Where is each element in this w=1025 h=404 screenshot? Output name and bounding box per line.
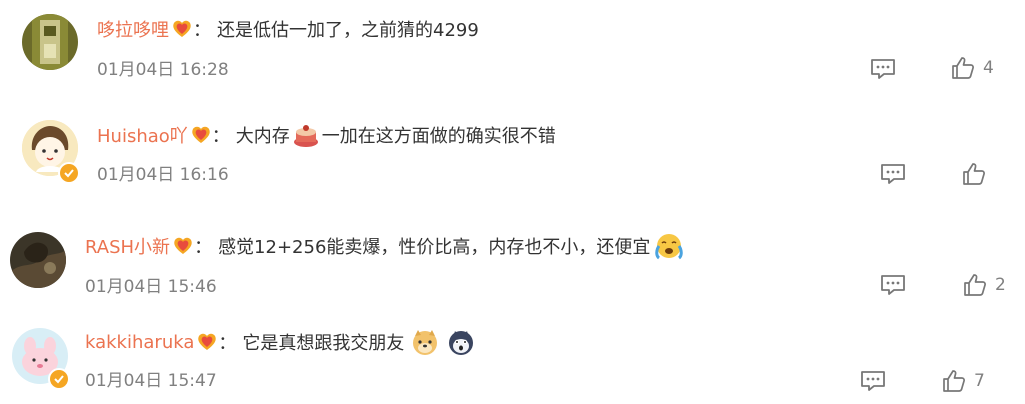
thumbs-up-icon xyxy=(963,163,985,185)
comment-text: 大内存 xyxy=(235,126,290,147)
verified-badge-icon xyxy=(58,162,80,184)
fan-badge-icon xyxy=(192,126,210,143)
like-button[interactable]: 7 xyxy=(942,369,985,393)
cake-emoji-icon xyxy=(293,125,318,147)
thumbs-up-icon xyxy=(943,370,965,392)
timestamp: 01月04日 15:46 xyxy=(85,277,217,297)
comment-text: 感觉12+256能卖爆，性价比高，内存也不小，还便宜 xyxy=(218,237,651,258)
thumbs-up-icon xyxy=(952,57,974,79)
comment-text: 还是低估一加了，之前猜的4299 xyxy=(217,20,479,41)
comment-text: 它是真想跟我交朋友 xyxy=(242,333,405,354)
timestamp: 01月04日 15:47 xyxy=(85,371,217,391)
fan-badge-icon xyxy=(174,237,192,254)
comment-item: Huishao吖 ： 大内存 一加在这方面做的确实很不错 01月04日 16:1… xyxy=(0,100,1025,200)
colon: ： xyxy=(194,237,213,258)
reply-icon[interactable] xyxy=(860,370,886,392)
husky-emoji-icon xyxy=(449,331,474,355)
doge-emoji-icon xyxy=(413,330,438,355)
timestamp: 01月04日 16:16 xyxy=(97,165,229,185)
verified-badge-icon xyxy=(48,368,70,390)
comment-line: 哆拉哆哩 ： 还是低估一加了，之前猜的4299 xyxy=(97,16,479,42)
comment-line: kakkiharuka ： 它是真想跟我交朋友 xyxy=(85,328,476,356)
username[interactable]: Huishao吖 xyxy=(97,122,188,148)
comment-line: Huishao吖 ： 大内存 一加在这方面做的确实很不错 xyxy=(97,122,556,148)
crying-face-emoji-icon xyxy=(655,234,684,260)
colon: ： xyxy=(211,126,230,147)
colon: ： xyxy=(218,333,237,354)
comment-item: 哆拉哆哩 ： 还是低估一加了，之前猜的4299 01月04日 16:28 4 xyxy=(0,0,1025,95)
username[interactable]: RASH小新 xyxy=(85,233,170,259)
like-button[interactable]: 2 xyxy=(963,273,1006,297)
reply-icon[interactable] xyxy=(880,163,906,185)
comment-item: kakkiharuka ： 它是真想跟我交朋友 01月04日 15:47 7 xyxy=(0,310,1025,404)
comment-line: RASH小新 ： 感觉12+256能卖爆，性价比高，内存也不小，还便宜 xyxy=(85,232,684,260)
comment-item: RASH小新 ： 感觉12+256能卖爆，性价比高，内存也不小，还便宜 01月0… xyxy=(0,210,1025,310)
fan-badge-icon xyxy=(173,20,191,37)
like-count: 4 xyxy=(983,58,994,78)
fan-badge-icon xyxy=(198,333,217,350)
like-button[interactable] xyxy=(962,162,994,186)
timestamp: 01月04日 16:28 xyxy=(97,60,229,80)
username[interactable]: 哆拉哆哩 xyxy=(97,16,169,42)
comment-text: 一加在这方面做的确实很不错 xyxy=(321,126,556,147)
avatar[interactable] xyxy=(10,232,66,288)
thumbs-up-icon xyxy=(964,274,986,296)
like-count: 7 xyxy=(974,371,985,391)
colon: ： xyxy=(193,20,211,41)
username[interactable]: kakkiharuka xyxy=(85,332,194,353)
reply-icon[interactable] xyxy=(870,58,896,80)
like-button[interactable]: 4 xyxy=(951,56,994,80)
like-count: 2 xyxy=(995,275,1006,295)
reply-icon[interactable] xyxy=(880,274,906,296)
avatar[interactable] xyxy=(22,14,78,70)
